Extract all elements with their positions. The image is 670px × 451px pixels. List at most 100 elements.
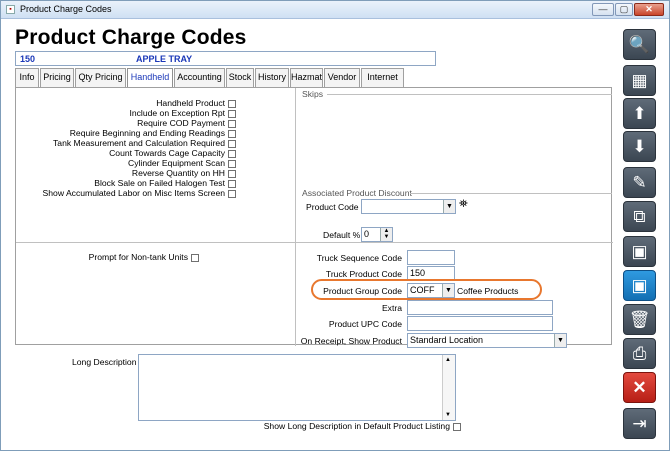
tab-info[interactable]: Info bbox=[15, 68, 39, 87]
tab-accounting[interactable]: Accounting bbox=[174, 68, 225, 87]
arrow-up-icon: ⬆ bbox=[632, 104, 647, 123]
minimize-button[interactable]: — bbox=[592, 3, 614, 16]
description-scrollbar[interactable]: ▲ ▼ bbox=[442, 355, 455, 420]
skips-group-label: Skips bbox=[302, 89, 324, 99]
print-button[interactable]: ⎙ bbox=[623, 338, 656, 369]
option-show-long-description[interactable]: Show Long Description in Default Product… bbox=[264, 421, 461, 431]
extra-label: Extra bbox=[381, 303, 402, 313]
scroll-down-icon[interactable]: ▼ bbox=[445, 412, 451, 418]
option-include-exception[interactable]: Include on Exception Rpt bbox=[129, 108, 236, 118]
checkbox[interactable] bbox=[228, 109, 236, 118]
chevron-down-icon[interactable]: ▼ bbox=[443, 200, 455, 213]
close-button[interactable]: ✕ bbox=[634, 3, 664, 16]
close-icon: ✕ bbox=[632, 378, 647, 397]
checkbox[interactable] bbox=[453, 422, 461, 431]
option-handheld-product[interactable]: Handheld Product bbox=[156, 98, 236, 108]
restore-button[interactable]: ▢ bbox=[615, 3, 633, 16]
checkbox[interactable] bbox=[228, 159, 236, 168]
save-new-icon: ▣ bbox=[631, 242, 648, 261]
upc-label: Product UPC Code bbox=[328, 319, 402, 329]
app-icon: ▪ bbox=[6, 5, 15, 14]
grid-icon: ▦ bbox=[631, 71, 648, 90]
copy-icon: ⧉ bbox=[633, 207, 646, 226]
discount-group-label: Associated Product Discount bbox=[302, 188, 412, 198]
save-icon: ▣ bbox=[631, 276, 648, 295]
option-prompt-non-tank[interactable]: Prompt for Non-tank Units bbox=[89, 252, 199, 262]
action-toolbar: 🔍 ▦ ⬆ ⬇ ✎ ⧉ ▣ ▣ 🗑 ⎙ ✕ ⇥ bbox=[619, 25, 663, 445]
checkbox[interactable] bbox=[191, 253, 199, 262]
arrow-down-icon: ⬇ bbox=[632, 137, 647, 156]
on-receipt-select[interactable]: Standard Location ▼ bbox=[407, 333, 567, 348]
tab-pricing[interactable]: Pricing bbox=[40, 68, 74, 87]
chevron-down-icon[interactable]: ▼ bbox=[554, 334, 566, 347]
long-description-label: Long Description bbox=[72, 357, 137, 367]
option-require-readings[interactable]: Require Beginning and Ending Readings bbox=[70, 128, 236, 138]
upc-input[interactable] bbox=[407, 316, 553, 331]
long-description-textarea[interactable]: ▲ ▼ bbox=[138, 354, 456, 421]
trash-icon: 🗑 bbox=[628, 310, 651, 329]
skips-group-line bbox=[327, 94, 612, 95]
truck-sequence-input[interactable] bbox=[407, 250, 455, 265]
checkbox[interactable] bbox=[228, 99, 236, 108]
product-name: APPLE TRAY bbox=[136, 54, 193, 64]
page-title: Product Charge Codes bbox=[15, 26, 247, 49]
checkbox[interactable] bbox=[228, 129, 236, 138]
scroll-up-icon[interactable]: ▲ bbox=[445, 357, 451, 363]
product-code: 150 bbox=[20, 54, 36, 64]
tab-history[interactable]: History bbox=[255, 68, 289, 87]
printer-icon: ⎙ bbox=[632, 344, 647, 363]
default-pct-label: Default % bbox=[323, 230, 361, 240]
spinner-arrows-icon[interactable]: ▲ ▼ bbox=[380, 228, 392, 241]
extra-input[interactable] bbox=[407, 300, 553, 315]
discount-product-code-select[interactable]: ▼ bbox=[361, 199, 456, 214]
tab-hazmat[interactable]: Hazmat bbox=[290, 68, 323, 87]
option-cage-capacity[interactable]: Count Towards Cage Capacity bbox=[109, 148, 236, 158]
checkbox[interactable] bbox=[228, 139, 236, 148]
tab-stock[interactable]: Stock bbox=[226, 68, 254, 87]
delete-button[interactable]: 🗑 bbox=[623, 304, 656, 335]
new-button[interactable]: ▣ bbox=[623, 236, 656, 267]
option-show-labor[interactable]: Show Accumulated Labor on Misc Items Scr… bbox=[43, 188, 236, 198]
exit-icon: ⇥ bbox=[632, 414, 647, 433]
tab-internet[interactable]: Internet bbox=[361, 68, 404, 87]
title-bar: ▪ Product Charge Codes — ▢ ✕ bbox=[1, 1, 669, 19]
option-tank-measurement[interactable]: Tank Measurement and Calculation Require… bbox=[53, 138, 236, 148]
app-window: ▪ Product Charge Codes — ▢ ✕ Product Cha… bbox=[0, 0, 670, 451]
checkbox[interactable] bbox=[228, 189, 236, 198]
binoculars-icon[interactable]: ⛯ bbox=[459, 198, 468, 211]
discount-group-line bbox=[410, 193, 612, 194]
search-button[interactable]: 🔍 bbox=[623, 29, 656, 60]
tab-handheld[interactable]: Handheld bbox=[127, 68, 173, 88]
pencil-icon: ✎ bbox=[632, 173, 647, 192]
up-button[interactable]: ⬆ bbox=[623, 98, 656, 129]
checkbox[interactable] bbox=[228, 119, 236, 128]
exit-button[interactable]: ⇥ bbox=[623, 408, 656, 439]
product-banner: 150 APPLE TRAY bbox=[15, 51, 436, 66]
tab-qty-pricing[interactable]: Qty Pricing bbox=[75, 68, 126, 87]
copy-button[interactable]: ⧉ bbox=[623, 201, 656, 232]
option-reverse-quantity[interactable]: Reverse Quantity on HH bbox=[132, 168, 236, 178]
on-receipt-label: On Receipt, Show Product bbox=[300, 336, 402, 346]
horizontal-divider bbox=[16, 242, 613, 243]
cancel-button[interactable]: ✕ bbox=[623, 372, 656, 403]
save-button[interactable]: ▣ bbox=[623, 270, 656, 301]
down-button[interactable]: ⬇ bbox=[623, 131, 656, 162]
checkbox[interactable] bbox=[228, 169, 236, 178]
option-block-halogen[interactable]: Block Sale on Failed Halogen Test bbox=[94, 178, 236, 188]
checkbox[interactable] bbox=[228, 149, 236, 158]
edit-button[interactable]: ✎ bbox=[623, 167, 656, 198]
vertical-divider bbox=[295, 88, 296, 346]
grid-button[interactable]: ▦ bbox=[623, 65, 656, 96]
handheld-panel: Handheld Product Include on Exception Rp… bbox=[15, 87, 613, 348]
discount-product-code-label: Product Code bbox=[306, 202, 359, 212]
checkbox[interactable] bbox=[228, 179, 236, 188]
default-pct-spinner[interactable]: 0 ▲ ▼ bbox=[361, 227, 393, 242]
option-cylinder-scan[interactable]: Cylinder Equipment Scan bbox=[128, 158, 236, 168]
tab-vendor[interactable]: Vendor bbox=[324, 68, 360, 87]
window-title: Product Charge Codes bbox=[20, 4, 112, 14]
search-icon: 🔍 bbox=[628, 35, 651, 54]
truck-sequence-label: Truck Sequence Code bbox=[316, 253, 402, 263]
option-require-cod[interactable]: Require COD Payment bbox=[137, 118, 236, 128]
highlight-annotation bbox=[311, 279, 542, 300]
truck-product-label: Truck Product Code bbox=[325, 269, 402, 279]
